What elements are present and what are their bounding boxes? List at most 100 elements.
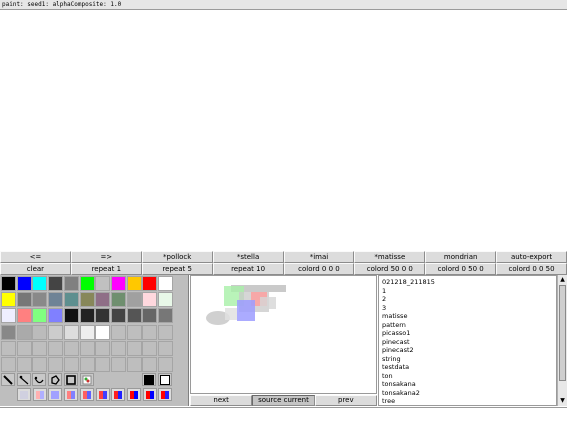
empty-swatch[interactable] bbox=[126, 357, 142, 372]
colord-green-button[interactable]: colord 0 50 0 bbox=[425, 263, 497, 275]
scroll-thumb[interactable] bbox=[559, 285, 566, 381]
back-button[interactable]: <= bbox=[0, 251, 71, 263]
color-swatch[interactable] bbox=[1, 276, 16, 291]
picker-icon[interactable] bbox=[79, 373, 94, 387]
empty-swatch[interactable] bbox=[158, 357, 173, 372]
list-item[interactable]: pinecast2 bbox=[382, 346, 556, 355]
list-item[interactable]: pattern bbox=[382, 321, 556, 330]
brush-preset-swatch[interactable] bbox=[126, 388, 141, 402]
curve-icon[interactable] bbox=[32, 373, 47, 387]
color-swatch[interactable] bbox=[95, 276, 111, 291]
color-swatch[interactable] bbox=[48, 308, 64, 324]
list-item[interactable]: string bbox=[382, 355, 556, 364]
color-swatch[interactable] bbox=[126, 324, 142, 340]
color-swatch[interactable] bbox=[158, 324, 173, 340]
color-swatch[interactable] bbox=[95, 324, 111, 340]
imai-button[interactable]: *imai bbox=[283, 251, 355, 263]
color-swatch[interactable] bbox=[32, 308, 48, 324]
color-swatch[interactable] bbox=[16, 308, 32, 324]
color-swatch[interactable] bbox=[32, 292, 48, 308]
repeat-1-button[interactable]: repeat 1 bbox=[70, 263, 142, 275]
color-swatch[interactable] bbox=[32, 276, 48, 291]
rect-icon[interactable] bbox=[63, 373, 78, 387]
color-swatch[interactable] bbox=[142, 292, 158, 308]
colord-blue-button[interactable]: colord 0 0 50 bbox=[496, 263, 567, 275]
empty-swatch[interactable] bbox=[63, 357, 79, 372]
color-swatch[interactable] bbox=[79, 324, 95, 340]
color-swatch[interactable] bbox=[110, 324, 126, 340]
mondrian-button[interactable]: mondrian bbox=[425, 251, 497, 263]
color-swatch[interactable] bbox=[95, 292, 111, 308]
empty-swatch[interactable] bbox=[110, 357, 126, 372]
empty-swatch[interactable] bbox=[158, 340, 173, 356]
list-item[interactable]: tree2 bbox=[382, 406, 556, 407]
color-swatch[interactable] bbox=[1, 324, 16, 340]
list-item[interactable]: 2 bbox=[382, 295, 556, 304]
blob-icon[interactable] bbox=[48, 373, 63, 387]
color-swatch[interactable] bbox=[142, 276, 158, 291]
color-swatch[interactable] bbox=[95, 308, 111, 324]
stella-button[interactable]: *stella bbox=[212, 251, 284, 263]
next-button[interactable]: next bbox=[190, 395, 253, 406]
forward-button[interactable]: => bbox=[70, 251, 142, 263]
color-swatch[interactable] bbox=[79, 308, 95, 324]
color-swatch[interactable] bbox=[63, 276, 79, 291]
empty-swatch[interactable] bbox=[1, 357, 16, 372]
colord-000-button[interactable]: colord 0 0 0 bbox=[283, 263, 355, 275]
list-item[interactable]: tree bbox=[382, 397, 556, 405]
color-swatch[interactable] bbox=[63, 292, 79, 308]
empty-swatch[interactable] bbox=[1, 340, 16, 356]
empty-swatch[interactable] bbox=[110, 340, 126, 356]
empty-swatch[interactable] bbox=[32, 340, 48, 356]
repeat-10-button[interactable]: repeat 10 bbox=[212, 263, 284, 275]
brush-preset-swatch[interactable] bbox=[95, 388, 110, 402]
scroll-down-icon[interactable]: ▼ bbox=[559, 397, 566, 405]
color-swatch[interactable] bbox=[79, 292, 95, 308]
color-swatch[interactable] bbox=[1, 292, 16, 308]
source-current-button[interactable]: source current bbox=[252, 395, 315, 406]
color-swatch[interactable] bbox=[158, 308, 173, 324]
color-swatch[interactable] bbox=[110, 292, 126, 308]
prev-button[interactable]: prev bbox=[314, 395, 377, 406]
brush-preset-swatch[interactable] bbox=[48, 388, 63, 402]
color-swatch[interactable] bbox=[48, 276, 64, 291]
list-item[interactable]: testdata bbox=[382, 363, 556, 372]
list-scrollbar[interactable]: ▲ ▼ bbox=[557, 275, 567, 406]
color-swatch[interactable] bbox=[32, 324, 48, 340]
brush-preset-swatch[interactable] bbox=[111, 388, 126, 402]
list-item[interactable]: matisse bbox=[382, 312, 556, 321]
empty-swatch[interactable] bbox=[63, 340, 79, 356]
color-swatch[interactable] bbox=[126, 308, 142, 324]
brush-preset-swatch[interactable] bbox=[17, 388, 31, 402]
color-swatch[interactable] bbox=[142, 324, 158, 340]
empty-swatch[interactable] bbox=[48, 357, 64, 372]
brush-preset-swatch[interactable] bbox=[158, 388, 173, 402]
paint-canvas[interactable] bbox=[0, 10, 567, 250]
empty-swatch[interactable] bbox=[48, 340, 64, 356]
empty-swatch[interactable] bbox=[142, 340, 158, 356]
color-swatch[interactable] bbox=[158, 292, 173, 308]
color-swatch[interactable] bbox=[16, 292, 32, 308]
line-icon[interactable] bbox=[16, 373, 31, 387]
empty-swatch[interactable] bbox=[16, 357, 32, 372]
color-swatch[interactable] bbox=[48, 292, 64, 308]
color-swatch[interactable] bbox=[48, 324, 64, 340]
matisse-button[interactable]: *matisse bbox=[354, 251, 426, 263]
empty-swatch[interactable] bbox=[16, 340, 32, 356]
empty-swatch[interactable] bbox=[142, 357, 158, 372]
brush-preset-swatch[interactable] bbox=[79, 388, 94, 402]
color-swatch[interactable] bbox=[63, 324, 79, 340]
scroll-up-icon[interactable]: ▲ bbox=[559, 276, 566, 284]
empty-swatch[interactable] bbox=[95, 357, 111, 372]
foreground-color-swatch[interactable] bbox=[142, 373, 157, 387]
color-swatch[interactable] bbox=[126, 276, 142, 291]
color-swatch[interactable] bbox=[63, 308, 79, 324]
list-item[interactable]: pinecast bbox=[382, 338, 556, 347]
color-swatch[interactable] bbox=[110, 276, 126, 291]
list-item[interactable]: 021218_211815 bbox=[382, 278, 556, 287]
empty-swatch[interactable] bbox=[95, 340, 111, 356]
color-swatch[interactable] bbox=[158, 276, 173, 291]
repeat-5-button[interactable]: repeat 5 bbox=[141, 263, 213, 275]
auto-export-button[interactable]: auto-export bbox=[496, 251, 567, 263]
pollock-button[interactable]: *pollock bbox=[141, 251, 213, 263]
